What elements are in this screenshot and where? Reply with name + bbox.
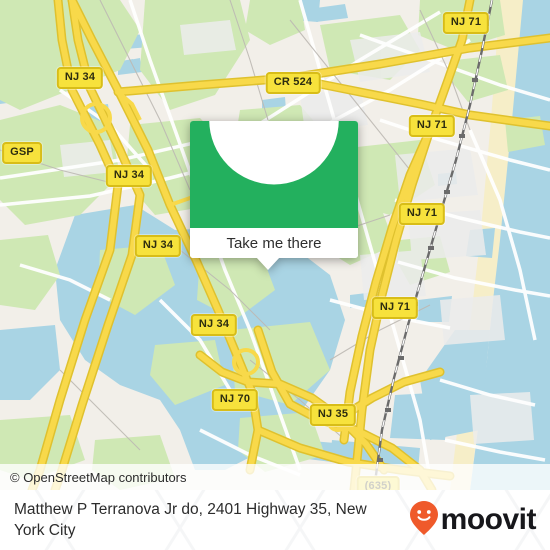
footer-content: Matthew P Terranova Jr do, 2401 Highway … <box>0 490 550 550</box>
road-shield: NJ 70 <box>211 389 259 411</box>
moovit-wordmark: moovit <box>440 503 537 536</box>
location-popup[interactable]: Take me there <box>190 121 358 270</box>
road-shield: NJ 71 <box>408 115 456 137</box>
popup-body: Take me there <box>190 121 358 258</box>
road-shield: CR 524 <box>265 72 321 94</box>
road-shield: GSP <box>2 142 42 164</box>
moovit-smiley-pin-icon <box>409 500 439 541</box>
map-canvas[interactable]: NJ 71 NJ 34 CR 524 NJ 71 GSP NJ 34 NJ 71 NJ 34 N… <box>0 0 550 490</box>
road-shield: NJ 71 <box>398 203 446 225</box>
popup-action-label: Take me there <box>226 234 322 252</box>
road-shield: NJ 34 <box>190 314 238 336</box>
moovit-map-screenshot: NJ 71 NJ 34 CR 524 NJ 71 GSP NJ 34 NJ 71 NJ 34 N… <box>0 0 550 550</box>
road-shield: NJ 35 <box>309 404 357 426</box>
popup-header <box>190 121 358 228</box>
road-shield: NJ 34 <box>56 67 104 89</box>
attribution-text: © OpenStreetMap contributors <box>10 469 187 485</box>
moovit-logo: moovit <box>409 500 537 541</box>
road-shield: NJ 34 <box>105 165 153 187</box>
road-shield: NJ 34 <box>134 235 182 257</box>
road-shield: NJ 71 <box>371 297 419 319</box>
road-shield: NJ 71 <box>442 12 490 34</box>
map-attribution: © OpenStreetMap contributors <box>0 464 550 490</box>
footer-bar: Matthew P Terranova Jr do, 2401 Highway … <box>0 490 550 550</box>
location-title: Matthew P Terranova Jr do, 2401 Highway … <box>14 501 367 539</box>
popup-pointer <box>256 257 280 270</box>
